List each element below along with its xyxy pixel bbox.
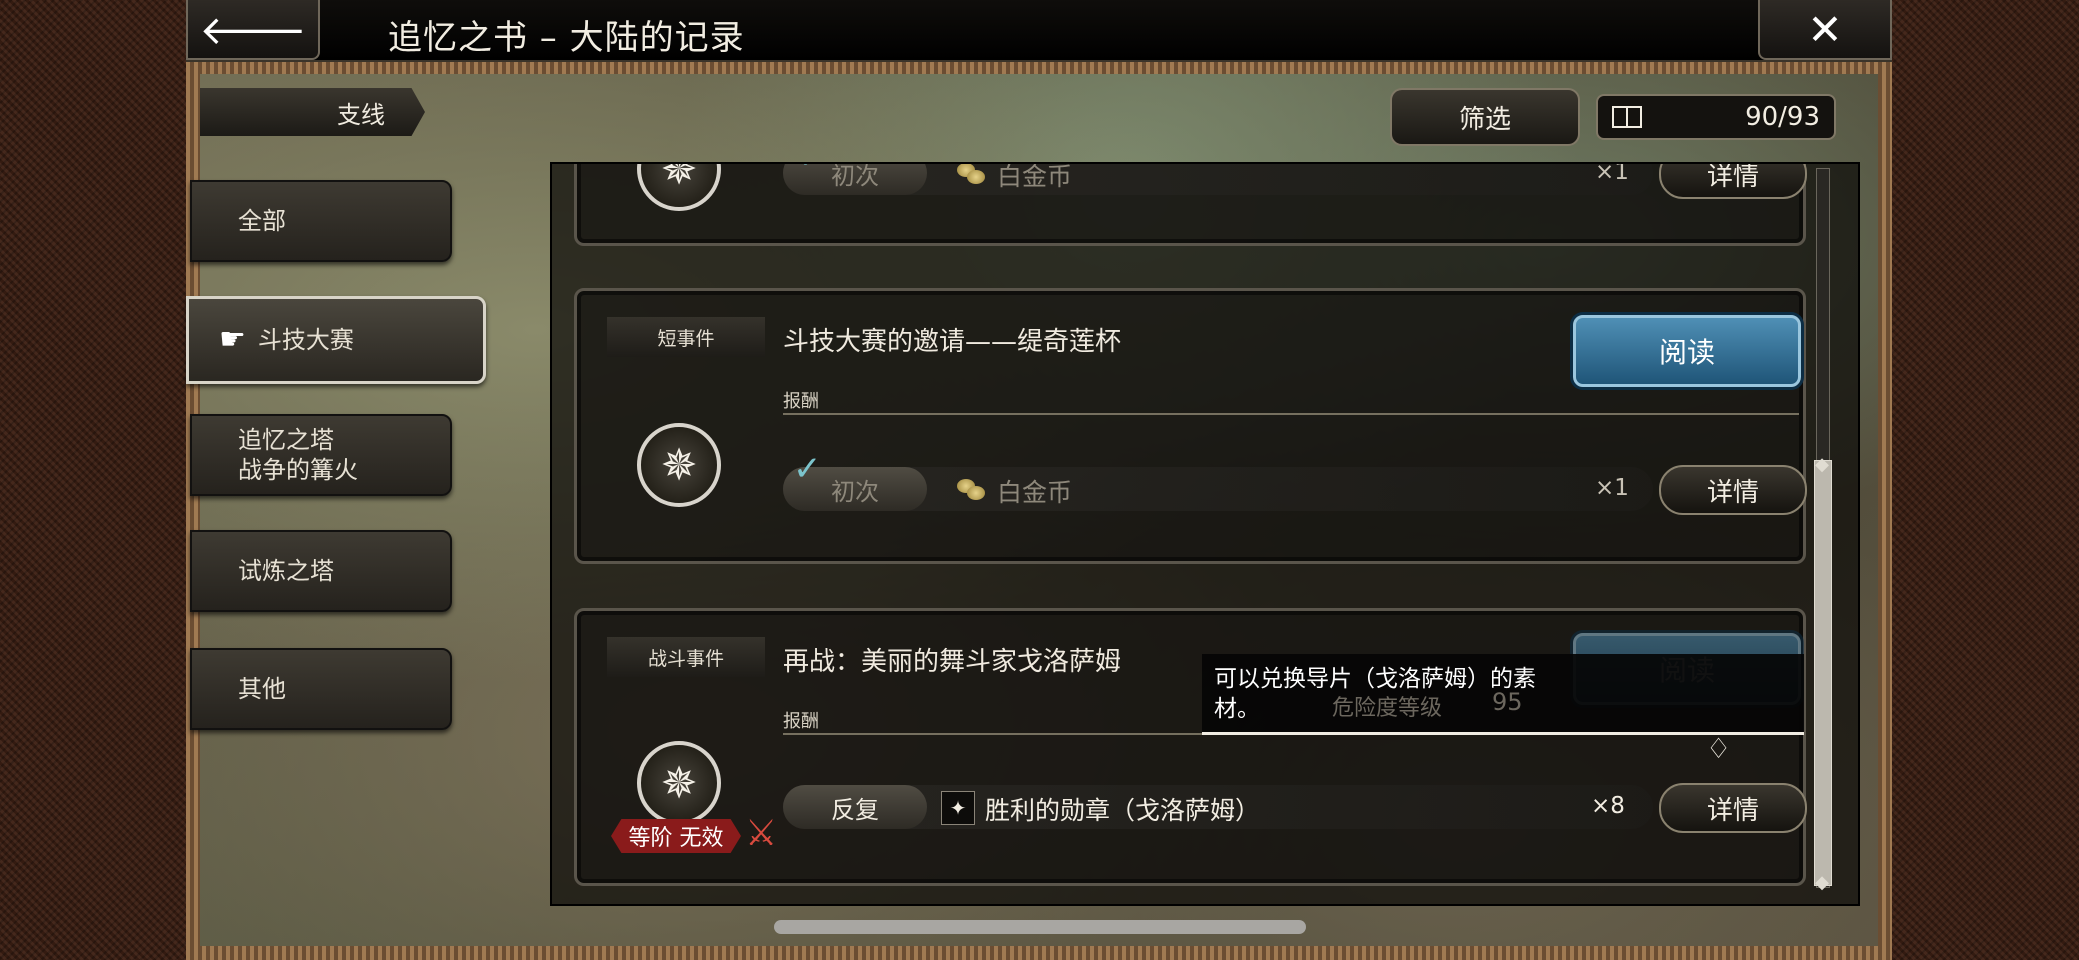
platinum-coin-icon [957,164,987,185]
medal-icon: ✦ [941,791,975,825]
reward-quantity: ×8 [1591,793,1625,819]
event-type-label: 短事件 [607,317,765,357]
reward-item-name: 白金币 [997,162,1073,191]
count-value: 90/93 [1745,102,1820,132]
category-tab-side-story[interactable]: 支线 [200,88,425,136]
reward-quantity: ×1 [1595,475,1629,501]
repeat-badge: 反复 [783,785,927,829]
check-icon: ✓ [797,164,826,177]
check-icon: ✓ [793,449,822,489]
scroll-cap-bottom-icon: ◆ [1815,872,1829,893]
reward-label: 报酬 [783,711,819,732]
reward-item-name: 白金币 [997,478,1073,507]
rank-invalid-tag: 等阶 无效 [611,819,741,853]
detail-button[interactable]: 详情 [1659,783,1807,833]
record-card: 短事件 斗技大赛的邀请——缇奇莲杯 阅读 报酬 ✵ 初次 ✓ 白金币 ×1 详情 [574,288,1807,564]
reward-label: 报酬 [783,391,819,412]
sidebar-item-label: 其他 [238,675,286,703]
close-x-icon: ✕ [1807,4,1843,54]
sidebar-item-label: 斗技大赛 [257,326,354,354]
record-card: 战斗事件 再战：美丽的舞斗家戈洛萨姆 阅读 报酬 ✵ 等阶 无效 ⚔ 反复 ✦ … [574,608,1807,886]
divider [783,413,1799,415]
compass-emblem-icon: ✵ [637,741,721,825]
read-button[interactable]: 阅读 [1573,315,1801,387]
reward-quantity: ×1 [1595,162,1629,185]
record-card-partial: ✵ 初次 ✓ 白金币 ×1 详情 [574,162,1807,246]
scrollbar-thumb[interactable] [1814,460,1832,886]
event-title: 再战：美丽的舞斗家戈洛萨姆 [783,647,1122,677]
reward-item-name: 胜利的勋章（戈洛萨姆） [985,796,1261,825]
sidebar-item-label: 全部 [238,207,286,235]
compass-emblem-icon: ✵ [637,423,721,507]
platinum-coin-icon [957,479,987,501]
compass-emblem-icon: ✵ [637,164,721,211]
sidebar-item-label: 追忆之塔 战争的篝火 [238,426,358,484]
sidebar-item-all[interactable]: 全部 [190,180,452,262]
record-list-panel[interactable]: ✵ 初次 ✓ 白金币 ×1 详情 短事件 斗技大赛的邀请——缇奇莲杯 阅读 报酬… [550,162,1860,906]
pointing-hand-icon: ☛ [219,322,246,357]
sidebar-item-label: 试炼之塔 [238,557,334,585]
home-indicator[interactable] [774,920,1306,934]
sidebar-item-memory-tower[interactable]: 追忆之塔 战争的篝火 [190,414,452,496]
tooltip-text: 可以兑换导片（戈洛萨姆）的素材。 [1214,666,1536,722]
sidebar-item-trial-tower[interactable]: 试炼之塔 [190,530,452,612]
item-tooltip: 危险度等级 95 可以兑换导片（戈洛萨姆）的素材。 ♢ [1202,654,1804,765]
detail-button[interactable]: 详情 [1659,465,1807,515]
detail-button[interactable]: 详情 [1659,164,1807,199]
crossed-swords-icon: ⚔ [745,813,778,854]
tooltip-pointer-icon: ♢ [1706,732,1732,765]
close-button[interactable]: ✕ [1758,0,1892,60]
book-icon [1612,106,1642,128]
event-type-label: 战斗事件 [607,637,765,677]
page-title: 追忆之书 – 大陆的记录 [388,18,745,58]
sidebar-item-other[interactable]: 其他 [190,648,452,730]
filter-button[interactable]: 筛选 [1390,88,1580,146]
scroll-cap-top-icon: ◆ [1815,454,1829,475]
record-count: 90/93 [1596,94,1836,140]
back-button[interactable]: 🡐 [186,0,320,60]
sidebar-item-tournament[interactable]: ☛ 斗技大赛 [186,296,486,384]
event-title: 斗技大赛的邀请——缇奇莲杯 [783,327,1122,357]
arrow-left-icon: 🡐 [199,7,307,54]
